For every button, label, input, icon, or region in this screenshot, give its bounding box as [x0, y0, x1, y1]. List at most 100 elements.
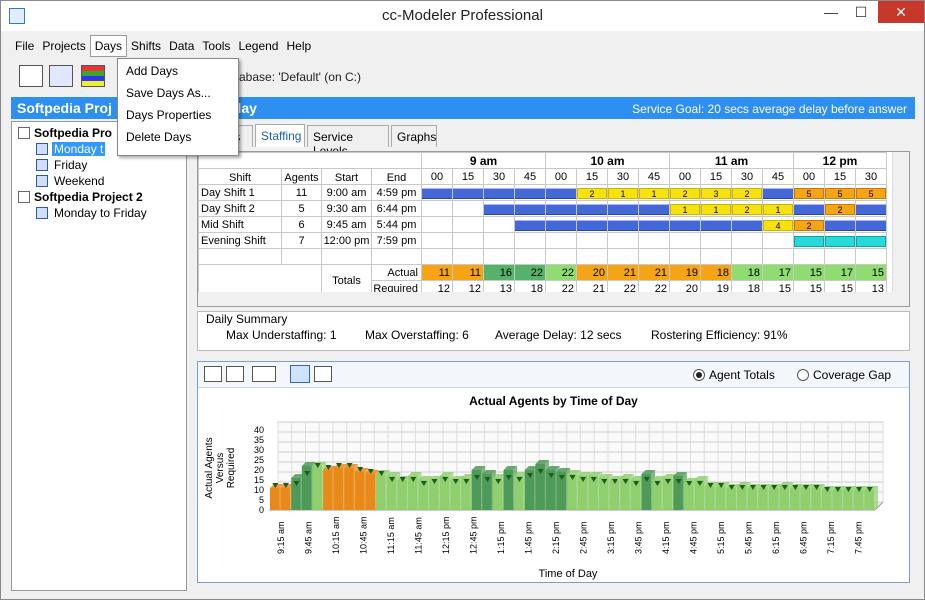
slot-cell[interactable] — [855, 216, 887, 233]
agent-totals-radio[interactable] — [693, 369, 705, 381]
actual-bar[interactable] — [333, 468, 344, 510]
slot-cell[interactable]: 1 — [638, 184, 670, 201]
shift-row[interactable]: Day Shift 1 11 9:00 am 4:59 pm 2 1 1 2 3 2 5 5 5 — [198, 184, 887, 201]
print-icon[interactable] — [226, 366, 244, 382]
slot-cell[interactable]: 1 — [700, 200, 732, 217]
slot-cell[interactable] — [452, 184, 484, 201]
slot-cell[interactable] — [793, 232, 825, 249]
actual-bar[interactable] — [715, 486, 726, 510]
week-calendar-icon[interactable] — [49, 65, 73, 87]
close-button[interactable]: ✕ — [878, 1, 924, 23]
menu-shifts[interactable]: Shifts — [127, 36, 165, 56]
slot-cell[interactable] — [576, 216, 608, 233]
slot-cell[interactable] — [576, 200, 608, 217]
slot-cell[interactable] — [545, 184, 577, 201]
actual-bar[interactable] — [768, 488, 779, 510]
slot-cell[interactable] — [421, 232, 453, 249]
actual-bar[interactable] — [429, 480, 439, 510]
menu-add-days[interactable]: Add Days — [126, 64, 178, 78]
slot-cell[interactable]: 5 — [855, 184, 887, 201]
shift-end[interactable]: 6:44 pm — [371, 200, 422, 217]
menu-save-days-as[interactable]: Save Days As... — [126, 86, 211, 100]
slot-cell[interactable] — [669, 216, 701, 233]
shift-start[interactable]: 9:45 am — [321, 216, 372, 233]
slot-cell[interactable] — [483, 232, 515, 249]
slot-cell[interactable] — [483, 184, 515, 201]
actual-bar[interactable] — [376, 474, 386, 510]
slot-cell[interactable]: 2 — [824, 200, 856, 217]
slot-cell[interactable] — [483, 200, 515, 217]
slot-cell[interactable] — [452, 232, 484, 249]
slot-cell[interactable] — [700, 216, 732, 233]
slot-cell[interactable]: 1 — [762, 200, 794, 217]
tree-day-monday[interactable]: Monday t — [52, 142, 106, 156]
actual-bar[interactable] — [344, 468, 354, 510]
actual-bar[interactable] — [312, 466, 323, 510]
shift-row[interactable]: Day Shift 2 5 9:30 am 6:44 pm 1 1 2 1 2 — [198, 200, 887, 217]
slot-cell[interactable] — [514, 232, 546, 249]
shift-colors-icon[interactable] — [81, 65, 105, 87]
shift-agents[interactable]: 11 — [281, 184, 322, 201]
menu-projects[interactable]: Projects — [38, 36, 89, 56]
menu-delete-days[interactable]: Delete Days — [126, 130, 191, 144]
slot-cell[interactable] — [452, 200, 484, 217]
actual-bar[interactable] — [853, 490, 864, 510]
slot-cell[interactable] — [855, 200, 887, 217]
shift-end[interactable]: 5:44 pm — [371, 216, 422, 233]
calendar-notes-icon[interactable] — [19, 65, 43, 87]
slot-cell[interactable]: 2 — [731, 184, 763, 201]
slot-cell[interactable] — [514, 216, 546, 233]
tab-service-levels[interactable]: Service Levels — [307, 125, 389, 158]
slot-cell[interactable]: 2 — [731, 200, 763, 217]
actual-bar[interactable] — [811, 488, 821, 510]
slot-cell[interactable] — [824, 232, 856, 249]
shift-start[interactable]: 9:30 am — [321, 200, 372, 217]
3d-toggle-icon[interactable] — [290, 365, 310, 383]
actual-bar[interactable] — [864, 490, 874, 510]
shift-agents[interactable]: 5 — [281, 200, 322, 217]
slot-cell[interactable] — [607, 200, 639, 217]
shift-name[interactable]: Day Shift 2 — [198, 200, 282, 217]
shift-name[interactable]: Mid Shift — [198, 216, 282, 233]
actual-bar[interactable] — [737, 486, 747, 510]
slot-cell[interactable] — [731, 216, 763, 233]
actual-bar[interactable] — [323, 470, 333, 510]
actual-bar[interactable] — [450, 480, 461, 510]
chart-type-icon[interactable] — [252, 366, 276, 382]
menu-legend[interactable]: Legend — [234, 36, 282, 56]
coverage-gap-radio[interactable] — [797, 369, 809, 381]
menu-file[interactable]: File — [11, 36, 38, 56]
slot-cell[interactable] — [545, 200, 577, 217]
menu-days[interactable]: Days — [89, 35, 128, 57]
slot-cell[interactable] — [607, 216, 639, 233]
shift-name[interactable]: Evening Shift — [198, 232, 282, 249]
actual-bar[interactable] — [354, 472, 365, 510]
slot-cell[interactable] — [638, 216, 670, 233]
shift-agents[interactable]: 7 — [281, 232, 322, 249]
menu-help[interactable]: Help — [282, 36, 315, 56]
slot-cell[interactable] — [514, 184, 546, 201]
shift-start[interactable]: 9:00 am — [321, 184, 372, 201]
actual-bar[interactable] — [705, 486, 715, 510]
grid-vscrollbar[interactable] — [892, 152, 909, 306]
actual-bar[interactable] — [683, 482, 694, 510]
actual-bar[interactable] — [609, 480, 620, 510]
menu-data[interactable]: Data — [165, 36, 198, 56]
slot-cell[interactable]: 2 — [669, 184, 701, 201]
actual-bar[interactable] — [832, 490, 843, 510]
slot-cell[interactable]: 2 — [793, 216, 825, 233]
slot-cell[interactable]: 5 — [793, 184, 825, 201]
slot-cell[interactable] — [638, 200, 670, 217]
actual-bar[interactable] — [758, 488, 768, 510]
slot-cell[interactable] — [700, 232, 732, 249]
tab-staffing[interactable]: Staffing — [255, 124, 305, 147]
slot-cell[interactable] — [762, 184, 794, 201]
slot-cell[interactable]: 5 — [824, 184, 856, 201]
tree-day-weekend[interactable]: Weekend — [54, 174, 104, 188]
slot-cell[interactable] — [421, 216, 453, 233]
actual-bar[interactable] — [790, 488, 800, 510]
actual-bar[interactable] — [726, 488, 737, 510]
slot-cell[interactable]: 1 — [669, 200, 701, 217]
shift-row[interactable]: Mid Shift 6 9:45 am 5:44 pm 4 2 — [198, 216, 887, 233]
shift-row[interactable]: Evening Shift 7 12:00 pm 7:59 pm — [198, 232, 887, 249]
